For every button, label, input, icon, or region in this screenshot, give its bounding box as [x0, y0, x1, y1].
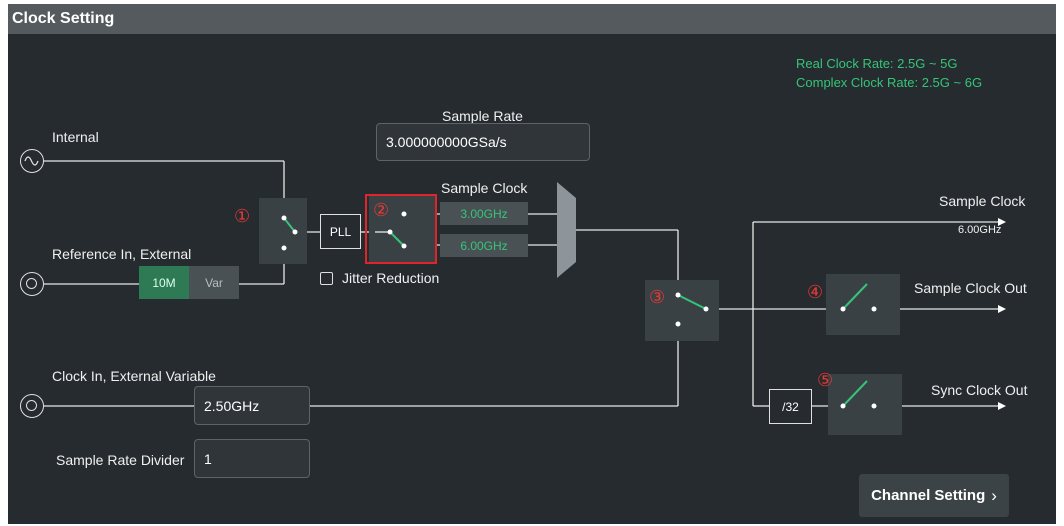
- clock-option-3ghz[interactable]: 3.00GHz: [440, 202, 528, 225]
- divide-by-32-block: /32: [769, 389, 812, 424]
- channel-setting-label: Channel Setting: [871, 487, 986, 504]
- sample-clock-output-value: 6.00GHz: [958, 224, 1002, 236]
- sample-rate-divider-label: Sample Rate Divider: [56, 452, 185, 468]
- clock-option-6ghz[interactable]: 6.00GHz: [440, 234, 528, 257]
- sync-clock-out-switch[interactable]: [828, 374, 902, 435]
- badge-1: ①: [234, 206, 251, 226]
- badge-5: ⑤: [817, 370, 834, 390]
- sync-clock-out-label: Sync Clock Out: [931, 382, 1028, 398]
- sample-clock-out-label: Sample Clock Out: [914, 280, 1027, 296]
- clock-in-label: Clock In, External Variable: [52, 368, 216, 384]
- badge-2: ②: [373, 200, 390, 220]
- sine-wave-icon: [20, 149, 44, 173]
- sample-rate-divider-input[interactable]: 1: [194, 439, 310, 478]
- ref-10m-option[interactable]: 10M: [139, 266, 189, 299]
- clock-in-connector-icon: [20, 394, 44, 418]
- internal-label: Internal: [52, 129, 99, 145]
- jitter-reduction-label: Jitter Reduction: [342, 270, 440, 286]
- reference-in-label: Reference In, External: [52, 246, 192, 262]
- jitter-reduction-checkbox[interactable]: [320, 272, 333, 285]
- badge-3: ③: [649, 287, 666, 307]
- multiplexer-shape: [557, 182, 576, 278]
- complex-clock-rate: Complex Clock Rate: 2.5G ~ 6G: [796, 75, 983, 90]
- real-clock-rate: Real Clock Rate: 2.5G ~ 5G: [796, 56, 958, 71]
- clock-setting-window: Clock Setting Real Clock Rate: 2.5G ~ 5G…: [8, 4, 1056, 524]
- sample-clock-label: Sample Clock: [441, 180, 528, 196]
- sample-clock-out-switch[interactable]: [826, 274, 900, 335]
- sample-rate-label: Sample Rate: [442, 108, 523, 124]
- chevron-right-icon: ›: [991, 485, 997, 505]
- sample-clock-output-label: Sample Clock: [939, 193, 1026, 209]
- clock-in-input[interactable]: 2.50GHz: [194, 386, 310, 425]
- source-switch[interactable]: [259, 198, 307, 264]
- ref-var-option[interactable]: Var: [189, 266, 239, 299]
- channel-setting-button[interactable]: Channel Setting ›: [859, 474, 1009, 517]
- sample-rate-input[interactable]: 3.000000000GSa/s: [376, 123, 590, 161]
- reference-connector-icon: [20, 272, 44, 296]
- pll-block: PLL: [320, 214, 361, 249]
- badge-4: ④: [807, 282, 824, 302]
